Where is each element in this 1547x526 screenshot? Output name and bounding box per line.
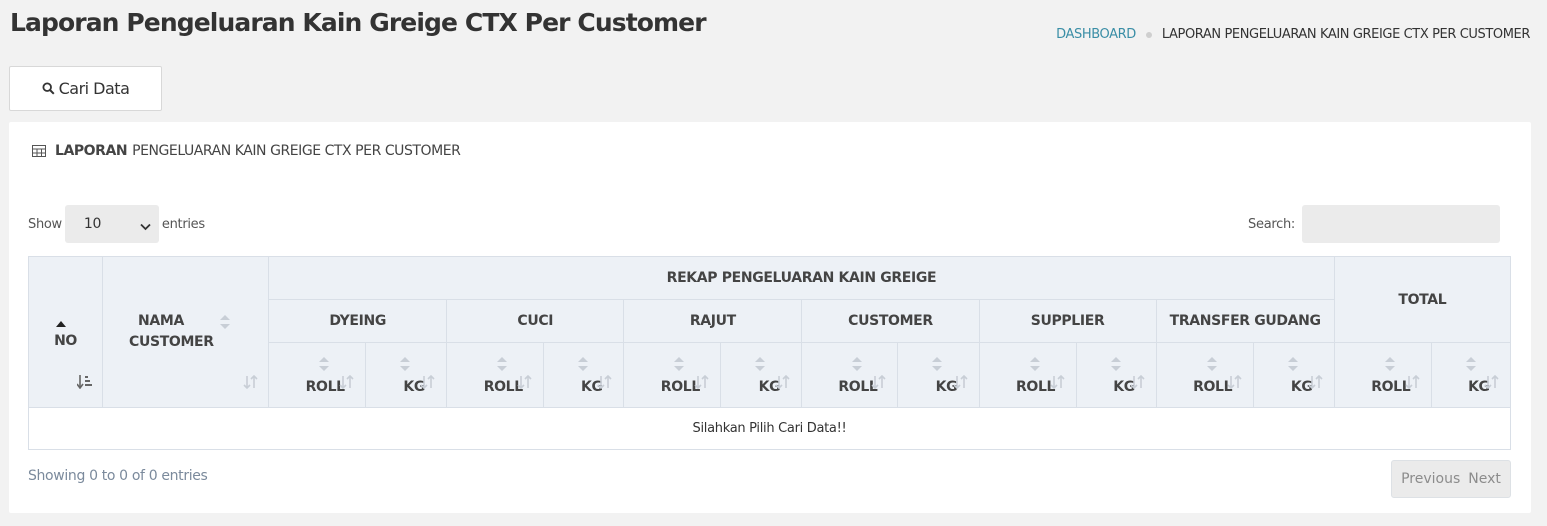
search-icon (42, 82, 55, 95)
sort-arrows-icon (775, 374, 791, 393)
column-header-kg[interactable]: KG (720, 342, 803, 408)
column-header-kg[interactable]: KG (1252, 342, 1335, 408)
table-info: Showing 0 to 0 of 0 entries (28, 468, 208, 484)
sort-both-icon (497, 357, 508, 371)
sort-arrows-icon (1308, 374, 1324, 393)
column-header-roll[interactable]: ROLL (801, 342, 899, 408)
column-header-roll[interactable]: ROLL (623, 342, 722, 408)
column-header-kg[interactable]: KG (1430, 342, 1512, 408)
cari-data-button[interactable]: Cari Data (9, 66, 162, 111)
sort-both-icon (1465, 357, 1476, 371)
search-label: Search: (1248, 216, 1295, 232)
sort-arrows-icon (1227, 374, 1243, 393)
sort-both-icon (1287, 357, 1298, 371)
cari-data-label: Cari Data (58, 79, 130, 98)
panel-title-bold: LAPORAN (55, 143, 128, 159)
sort-arrows-icon (871, 374, 887, 393)
group-header-cuci: CUCI (446, 299, 625, 343)
column-header-roll[interactable]: ROLL (446, 342, 545, 408)
pagination-previous[interactable]: Previous (1397, 471, 1464, 487)
group-header-supplier: SUPPLIER (978, 299, 1157, 343)
length-suffix: entries (161, 216, 205, 232)
sort-arrows-icon (339, 374, 355, 393)
column-header-roll[interactable]: ROLL (978, 342, 1077, 408)
column-header-no-label: NO (54, 333, 77, 349)
sort-both-icon (755, 357, 766, 371)
sort-arrows-icon (1049, 374, 1066, 393)
column-header-kg[interactable]: KG (897, 342, 980, 408)
breadcrumb-current: LAPORAN PENGELUARAN KAIN GREIGE CTX PER … (1161, 27, 1531, 42)
sort-asc-icon (56, 315, 66, 331)
sort-arrows-icon (517, 374, 533, 393)
panel-title-rest: PENGELUARAN KAIN GREIGE CTX PER CUSTOMER (132, 143, 461, 159)
report-panel: LAPORAN PENGELUARAN KAIN GREIGE CTX PER … (9, 122, 1531, 513)
column-header-customer-label: NAMA CUSTOMER (129, 311, 214, 353)
sort-both-icon (578, 357, 589, 371)
length-prefix: Show (28, 216, 62, 232)
panel-header: LAPORAN PENGELUARAN KAIN GREIGE CTX PER … (32, 143, 461, 159)
group-header-dyeing: DYEING (268, 299, 448, 343)
page-title: Laporan Pengeluaran Kain Greige CTX Per … (10, 8, 707, 37)
sort-arrows-icon (694, 374, 710, 393)
sort-arrows-icon (1405, 374, 1421, 393)
sort-both-icon (932, 357, 943, 371)
search-input[interactable] (1302, 205, 1500, 243)
pagination-next[interactable]: Next (1464, 471, 1505, 487)
column-header-kg[interactable]: KG (365, 342, 448, 408)
column-header-kg[interactable]: KG (543, 342, 625, 408)
search-control: Search: (1248, 205, 1500, 243)
table-icon (32, 145, 46, 157)
group-header-rekap: REKAP PENGELUARAN KAIN GREIGE (268, 256, 1335, 300)
column-header-roll[interactable]: ROLL (1155, 342, 1254, 408)
sort-both-icon (1206, 357, 1217, 371)
column-header-no[interactable]: NO (27, 256, 104, 408)
column-header-kg[interactable]: KG (1075, 342, 1157, 408)
column-header-roll[interactable]: ROLL (1333, 342, 1432, 408)
sort-both-icon (1110, 357, 1121, 371)
sort-both-icon (220, 315, 231, 333)
breadcrumb-separator (1145, 31, 1152, 38)
sort-arrows-icon (243, 374, 259, 393)
sort-both-icon (852, 357, 863, 371)
length-control: Show 10 entries (28, 205, 205, 243)
report-table: NO NAMA CUSTOMER REKAP PENGELUARAN KAIN … (27, 256, 1512, 450)
group-header-rajut: RAJUT (623, 299, 803, 343)
breadcrumb: DASHBOARD LAPORAN PENGELUARAN KAIN GREIG… (1056, 27, 1530, 42)
group-header-customer: CUSTOMER (801, 299, 980, 343)
group-header-total: TOTAL (1333, 256, 1512, 343)
sort-arrows-icon (597, 374, 613, 393)
chevron-down-icon (140, 219, 151, 235)
sort-both-icon (674, 357, 685, 371)
sort-both-icon (319, 357, 330, 371)
sort-arrows-icon (1130, 374, 1146, 393)
sort-both-icon (1384, 357, 1395, 371)
entries-select-value: 10 (83, 216, 102, 232)
sort-arrows-icon (952, 374, 969, 393)
column-header-roll[interactable]: ROLL (268, 342, 367, 408)
entries-select[interactable]: 10 (64, 205, 159, 243)
sort-arrows-icon (420, 374, 436, 393)
sort-numeric-icon (76, 375, 93, 393)
sort-arrows-icon (1484, 374, 1500, 393)
sort-both-icon (1029, 357, 1040, 371)
customer-label-line2: CUSTOMER (129, 334, 214, 350)
sort-both-icon (400, 357, 411, 371)
customer-label-line1: NAMA (138, 313, 184, 329)
empty-table-message: Silahkan Pilih Cari Data!! (28, 407, 1511, 450)
pagination: Previous Next (1391, 460, 1511, 498)
group-header-transfer-gudang: TRANSFER GUDANG (1155, 299, 1335, 343)
breadcrumb-dashboard-link[interactable]: DASHBOARD (1056, 27, 1136, 42)
column-header-customer[interactable]: NAMA CUSTOMER (102, 256, 270, 408)
